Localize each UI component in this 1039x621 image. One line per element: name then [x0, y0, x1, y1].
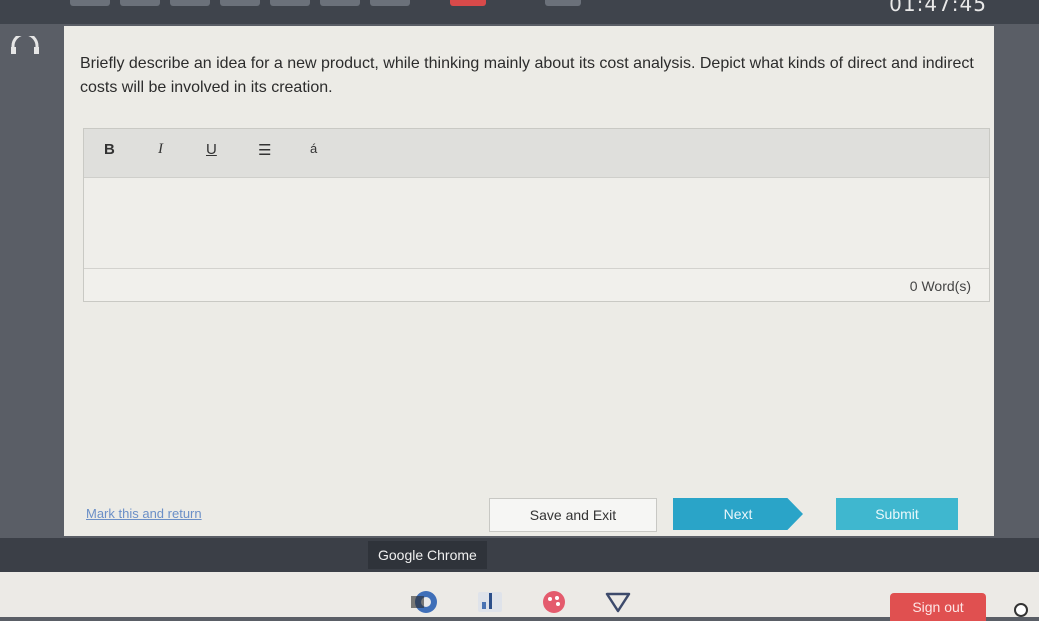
save-and-exit-button[interactable]: Save and Exit — [489, 498, 657, 532]
top-bar: 01:47:45 — [0, 0, 1039, 24]
question-tab-5[interactable] — [270, 0, 310, 6]
headphones-icon[interactable] — [10, 36, 40, 54]
browser-window-bar — [0, 538, 1039, 572]
mlb-app-icon[interactable] — [476, 590, 504, 614]
next-button[interactable]: Next — [673, 498, 803, 530]
question-tab-7[interactable] — [370, 0, 410, 6]
palette-app-icon[interactable] — [540, 590, 568, 614]
question-tab-1[interactable] — [70, 0, 110, 6]
bold-button[interactable]: B — [104, 141, 115, 158]
question-text: Briefly describe an idea for a new produ… — [80, 55, 974, 96]
os-shelf — [0, 572, 1039, 617]
exam-timer: 01:47:45 — [889, 0, 987, 16]
answer-textarea[interactable] — [84, 178, 989, 269]
submit-button[interactable]: Submit — [836, 498, 958, 530]
mark-and-return-link[interactable]: Mark this and return — [86, 506, 202, 521]
special-character-button[interactable]: á — [310, 141, 317, 156]
list-button[interactable]: ☰ — [258, 141, 271, 159]
editor-toolbar: B I U ☰ á — [84, 129, 989, 178]
status-tray-icon[interactable] — [1014, 603, 1028, 617]
rich-text-editor: B I U ☰ á 0 Word(s) — [83, 128, 990, 302]
question-tab-2[interactable] — [120, 0, 160, 6]
chrome-window-label[interactable]: Google Chrome — [368, 541, 487, 569]
word-count: 0 Word(s) — [909, 278, 971, 294]
question-tab-3[interactable] — [170, 0, 210, 6]
italic-button[interactable]: I — [158, 141, 163, 158]
launcher-app-icon[interactable] — [410, 590, 438, 614]
shield-app-icon[interactable] — [604, 590, 632, 614]
underline-button[interactable]: U — [206, 141, 217, 158]
question-tab-9[interactable] — [545, 0, 581, 6]
question-tab-6[interactable] — [320, 0, 360, 6]
question-tab-4[interactable] — [220, 0, 260, 6]
question-tab-current[interactable] — [450, 0, 486, 6]
